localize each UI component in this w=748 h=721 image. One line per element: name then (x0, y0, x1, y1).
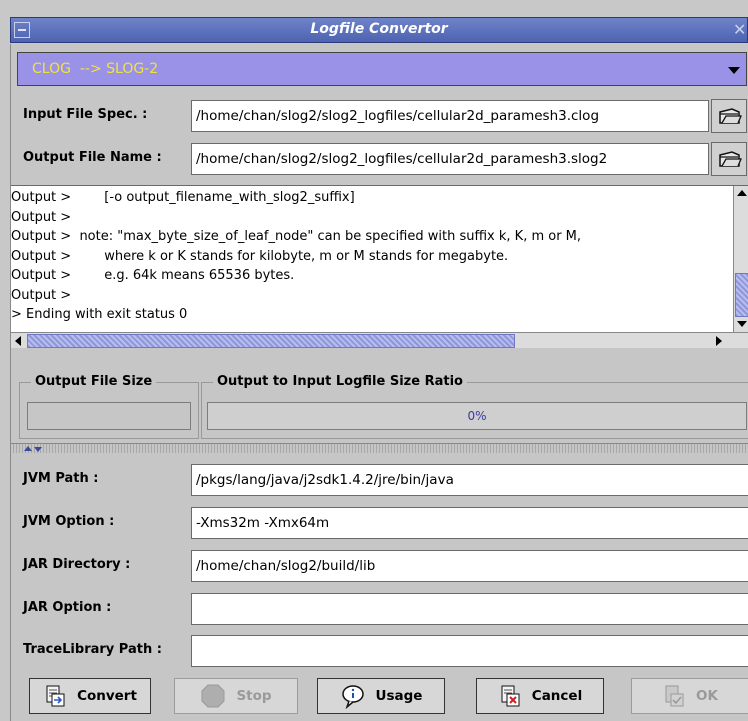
horizontal-scrollbar[interactable] (11, 332, 748, 348)
output-file-field[interactable]: /home/chan/slog2/slog2_logfiles/cellular… (191, 143, 709, 175)
converter-select-value: CLOG --> SLOG-2 (32, 61, 159, 77)
jvm-path-label: JVM Path : (23, 471, 99, 486)
output-file-label: Output File Name : (23, 150, 162, 165)
scroll-right-icon[interactable] (716, 336, 722, 346)
split-pane-divider[interactable] (11, 443, 748, 453)
jar-directory-label: JAR Directory : (23, 557, 131, 572)
console-line: > Ending with exit status 0 (11, 307, 188, 322)
jar-directory-field[interactable]: /home/chan/slog2/build/lib (191, 550, 748, 582)
stop-icon (201, 684, 225, 708)
scroll-up-icon[interactable] (737, 190, 747, 196)
cancel-icon (501, 685, 520, 707)
input-file-field[interactable]: /home/chan/slog2/slog2_logfiles/cellular… (191, 100, 709, 132)
convert-button[interactable]: Convert (29, 678, 151, 714)
cancel-button-label: Cancel (531, 688, 583, 704)
console-line: Output > note: "max_byte_size_of_leaf_no… (11, 229, 582, 244)
size-ratio-title: Output to Input Logfile Size Ratio (213, 374, 467, 389)
jvm-option-label: JVM Option : (23, 514, 115, 529)
converter-select[interactable]: CLOG --> SLOG-2 (17, 52, 747, 86)
progress-text: 0% (467, 409, 487, 423)
convert-icon (46, 685, 65, 707)
console-line: Output > (11, 209, 72, 225)
scroll-left-icon[interactable] (15, 336, 21, 346)
console-line: Output > where k or K stands for kilobyt… (11, 248, 509, 264)
usage-button-label: Usage (375, 688, 423, 704)
output-size-value (27, 402, 191, 430)
console-line: Output > [-o output_filename_with_slog2_… (11, 190, 355, 205)
scroll-down-icon[interactable] (737, 321, 747, 327)
main-panel: CLOG --> SLOG-2 Input File Spec. : /home… (10, 44, 748, 721)
close-icon[interactable]: ✕ (733, 21, 747, 39)
folder-icon (719, 151, 742, 167)
vertical-scroll-thumb[interactable] (735, 273, 748, 317)
cancel-button[interactable]: Cancel (476, 678, 604, 714)
chevron-down-icon[interactable] (728, 67, 740, 74)
folder-icon (719, 108, 742, 124)
ok-button-label: OK (696, 688, 718, 704)
browse-output-button[interactable] (711, 142, 747, 176)
usage-button[interactable]: Usage (317, 678, 445, 714)
output-size-title: Output File Size (31, 374, 157, 389)
info-bubble-icon (341, 685, 364, 709)
console-line: Output > (11, 287, 72, 303)
stop-button-label: Stop (236, 688, 272, 704)
collapse-arrows-icon[interactable] (23, 444, 43, 454)
vertical-scrollbar[interactable] (733, 186, 748, 332)
window-titlebar[interactable]: Logfile Convertor ✕ (10, 17, 748, 43)
browse-input-button[interactable] (711, 99, 747, 133)
jar-option-label: JAR Option : (23, 600, 112, 615)
jvm-option-field[interactable]: -Xms32m -Xmx64m (191, 507, 748, 539)
trace-library-field[interactable] (191, 635, 748, 667)
size-ratio-progress: 0% (207, 402, 747, 430)
convert-button-label: Convert (77, 688, 137, 704)
ok-button[interactable]: OK (631, 678, 748, 714)
ok-icon (665, 685, 684, 707)
input-file-label: Input File Spec. : (23, 107, 148, 122)
trace-library-label: TraceLibrary Path : (23, 642, 162, 657)
console-line: Output > e.g. 64k means 65536 bytes. (11, 268, 295, 283)
window-title: Logfile Convertor (310, 21, 448, 37)
jar-option-field[interactable] (191, 593, 748, 625)
horizontal-scroll-thumb[interactable] (27, 334, 515, 348)
console-lines: Output > [-o output_filename_with_slog2_… (11, 188, 733, 332)
jvm-path-field[interactable]: /pkgs/lang/java/j2sdk1.4.2/jre/bin/java (191, 464, 748, 496)
stop-button[interactable]: Stop (174, 678, 298, 714)
output-console[interactable]: Output > [-o output_filename_with_slog2_… (11, 185, 748, 348)
